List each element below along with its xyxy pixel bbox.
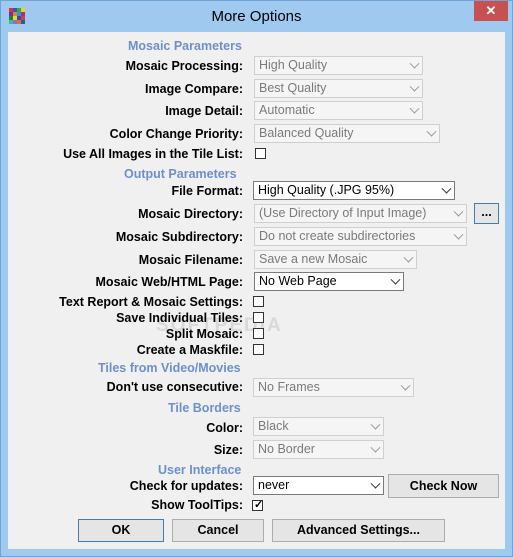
mosaic-subdirectory-value: Do not create subdirectories	[259, 229, 416, 243]
mosaic-directory-value: (Use Directory of Input Image)	[259, 206, 427, 220]
chevron-down-icon	[441, 183, 452, 194]
image-compare-value: Best Quality	[259, 81, 327, 95]
section-user-interface: User Interface	[158, 463, 242, 477]
chevron-down-icon	[370, 478, 381, 489]
cancel-button[interactable]: Cancel	[172, 519, 264, 542]
web-page-select[interactable]: No Web Page	[254, 272, 404, 291]
text-report-label: Text Report & Mosaic Settings:	[59, 295, 243, 309]
border-size-value: No Border	[258, 442, 315, 456]
window-title: More Options	[211, 8, 302, 25]
border-color-label: Color:	[206, 421, 243, 435]
maskfile-label: Create a Maskfile:	[136, 343, 243, 357]
chevron-down-icon	[403, 252, 414, 263]
web-page-value: No Web Page	[259, 274, 337, 288]
chevron-down-icon	[409, 81, 420, 92]
check-now-button[interactable]: Check Now	[388, 474, 499, 498]
image-compare-select[interactable]: Best Quality	[254, 79, 423, 98]
image-detail-select[interactable]: Automatic	[254, 101, 423, 120]
color-priority-value: Balanced Quality	[259, 126, 354, 140]
use-all-images-label: Use All Images in the Tile List:	[63, 147, 243, 161]
mosaic-filename-value: Save a new Mosaic	[259, 252, 368, 266]
border-size-label: Size:	[213, 443, 243, 457]
consecutive-frames-select[interactable]: No Frames	[253, 378, 414, 397]
chevron-down-icon	[453, 206, 464, 217]
mosaic-filename-label: Mosaic Filename:	[138, 253, 243, 267]
check-updates-select[interactable]: never	[253, 476, 384, 495]
mosaic-processing-value: High Quality	[259, 58, 328, 72]
use-all-images-checkbox[interactable]	[255, 148, 266, 159]
mosaic-subdirectory-label: Mosaic Subdirectory:	[115, 230, 243, 244]
file-format-label: File Format:	[171, 184, 243, 198]
split-mosaic-label: Split Mosaic:	[165, 327, 243, 341]
section-output-parameters: Output Parameters	[124, 167, 237, 181]
check-updates-value: never	[258, 478, 290, 492]
chevron-down-icon	[390, 274, 401, 285]
dialog-body: SOFTPEDIA Mosaic Parameters Mosaic Proce…	[8, 32, 505, 549]
save-tiles-checkbox[interactable]	[253, 312, 264, 323]
color-priority-select[interactable]: Balanced Quality	[254, 124, 440, 143]
ok-button[interactable]: OK	[78, 519, 164, 542]
chevron-down-icon	[409, 58, 420, 69]
maskfile-checkbox[interactable]	[253, 344, 264, 355]
file-format-select[interactable]: High Quality (.JPG 95%)	[253, 181, 455, 200]
close-button[interactable]: ✕	[474, 1, 508, 21]
show-tooltips-label: Show ToolTips:	[151, 498, 243, 512]
window-frame: More Options ✕ SOFTPEDIA Mosaic Paramete…	[0, 0, 513, 557]
chevron-down-icon	[370, 419, 381, 430]
title-bar: More Options ✕	[1, 1, 512, 31]
mosaic-directory-label: Mosaic Directory:	[138, 207, 243, 221]
text-report-checkbox[interactable]	[253, 296, 264, 307]
border-size-select[interactable]: No Border	[253, 440, 384, 459]
chevron-down-icon	[370, 442, 381, 453]
mosaic-filename-select[interactable]: Save a new Mosaic	[254, 250, 417, 269]
section-tiles-from-video: Tiles from Video/Movies	[98, 361, 241, 375]
checkmark-icon: ✓	[254, 499, 264, 511]
section-tile-borders: Tile Borders	[168, 401, 241, 415]
image-detail-value: Automatic	[259, 103, 315, 117]
chevron-down-icon	[426, 126, 437, 137]
chevron-down-icon	[400, 380, 411, 391]
color-priority-label: Color Change Priority:	[109, 127, 243, 141]
consecutive-frames-label: Don't use consecutive:	[106, 380, 243, 394]
advanced-settings-button[interactable]: Advanced Settings...	[272, 519, 445, 542]
chevron-down-icon	[453, 229, 464, 240]
chevron-down-icon	[409, 103, 420, 114]
mosaic-processing-select[interactable]: High Quality	[254, 56, 423, 75]
border-color-value: Black	[258, 419, 289, 433]
image-compare-label: Image Compare:	[145, 82, 243, 96]
save-tiles-label: Save Individual Tiles:	[116, 311, 243, 325]
split-mosaic-checkbox[interactable]	[253, 328, 264, 339]
browse-directory-button[interactable]: ...	[474, 203, 499, 224]
show-tooltips-checkbox[interactable]: ✓	[252, 499, 264, 511]
mosaic-directory-select[interactable]: (Use Directory of Input Image)	[254, 204, 467, 223]
consecutive-frames-value: No Frames	[258, 380, 320, 394]
mosaic-processing-label: Mosaic Processing:	[125, 59, 243, 73]
file-format-value: High Quality (.JPG 95%)	[258, 183, 395, 197]
check-updates-label: Check for updates:	[129, 479, 243, 493]
image-detail-label: Image Detail:	[165, 104, 243, 118]
border-color-select[interactable]: Black	[253, 417, 384, 436]
section-mosaic-parameters: Mosaic Parameters	[128, 39, 242, 53]
mosaic-subdirectory-select[interactable]: Do not create subdirectories	[254, 227, 467, 246]
web-page-label: Mosaic Web/HTML Page:	[95, 275, 243, 289]
